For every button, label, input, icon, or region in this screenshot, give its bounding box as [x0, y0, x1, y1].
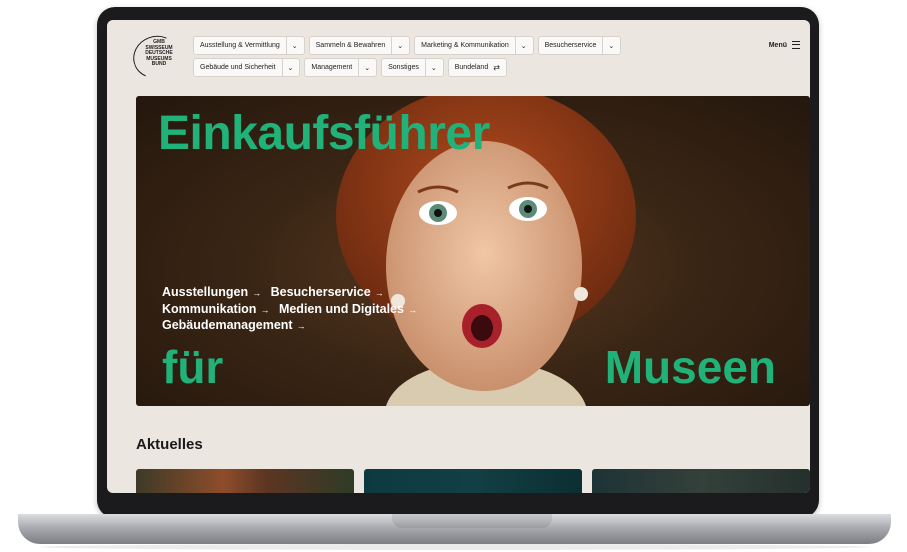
- hero-link-ausstellungen[interactable]: Ausstellungen: [162, 285, 248, 299]
- hero-link-medien[interactable]: Medien und Digitales: [279, 302, 404, 316]
- chevron-down-icon[interactable]: ⌄: [514, 37, 527, 54]
- nav-item-management[interactable]: Management ⌄: [304, 58, 378, 77]
- menu-button[interactable]: Menü: [769, 41, 800, 49]
- chevron-down-icon[interactable]: ⌄: [285, 37, 298, 54]
- nav-item-label: Management: [311, 64, 353, 71]
- news-card[interactable]: [592, 469, 810, 493]
- nav-item-gebaeude[interactable]: Gebäude und Sicherheit ⌄: [193, 58, 301, 77]
- hero-category-links: Ausstellungen → Besucherservice → Kommunik…: [162, 285, 432, 335]
- nav-item-label: Marketing & Kommunikation: [421, 42, 509, 49]
- arrow-right-icon: →: [252, 288, 262, 298]
- nav-item-label: Sonstiges: [388, 64, 419, 71]
- news-section-title: Aktuelles: [136, 436, 203, 453]
- chevron-down-icon[interactable]: ⌄: [424, 59, 437, 76]
- nav-item-label: Gebäude und Sicherheit: [200, 64, 276, 71]
- website-screen: GMB SWISSEUM DEUTSCHE MUSEUMS BUND Ausst…: [107, 20, 810, 493]
- nav-item-label: Besucherservice: [544, 42, 597, 49]
- swap-arrows-icon: ⇄: [493, 63, 500, 72]
- arrow-right-icon: →: [296, 321, 306, 331]
- nav-item-ausstellung[interactable]: Ausstellung & Vermittlung ⌄: [193, 36, 305, 55]
- nav-item-besucherservice[interactable]: Besucherservice ⌄: [537, 36, 622, 55]
- arrow-right-icon: →: [407, 304, 417, 315]
- site-logo[interactable]: GMB SWISSEUM DEUTSCHE MUSEUMS BUND: [127, 29, 185, 85]
- hero-link-gebaeudemanagement[interactable]: Gebäudemanagement: [162, 318, 293, 332]
- arrow-right-icon: →: [260, 304, 270, 315]
- nav-row-primary: Ausstellung & Vermittlung ⌄ Sammeln & Be…: [193, 36, 622, 55]
- hamburger-icon: [792, 41, 800, 49]
- chevron-down-icon[interactable]: ⌄: [358, 59, 370, 76]
- nav-item-label: Bundeland: [454, 64, 489, 71]
- arrow-right-icon: →: [374, 288, 384, 298]
- nav-item-marketing[interactable]: Marketing & Kommunikation ⌄: [414, 36, 534, 55]
- nav-item-sonstiges[interactable]: Sonstiges ⌄: [381, 58, 444, 77]
- nav-item-sammeln[interactable]: Sammeln & Bewahren ⌄: [308, 36, 411, 55]
- chevron-down-icon[interactable]: ⌄: [281, 59, 293, 76]
- chevron-down-icon[interactable]: ⌄: [391, 37, 403, 54]
- nav-item-label: Sammeln & Bewahren: [315, 42, 386, 49]
- news-card[interactable]: [364, 469, 582, 493]
- nav-row-secondary: Gebäude und Sicherheit ⌄ Management ⌄ So…: [193, 58, 507, 77]
- nav-item-label: Ausstellung & Vermittlung: [200, 42, 280, 49]
- hero-banner: Einkaufsführer Ausstellungen → Besucherse…: [136, 96, 810, 406]
- hero-word-fuer: für: [162, 341, 224, 393]
- hero-link-besucherservice[interactable]: Besucherservice: [271, 285, 371, 299]
- hero-word-museen: Museen: [604, 341, 776, 393]
- laptop-shadow: [40, 544, 869, 550]
- chevron-down-icon[interactable]: ⌄: [602, 37, 614, 54]
- logo-line: BUND: [151, 61, 167, 68]
- menu-label: Menü: [768, 41, 787, 49]
- hero-link-kommunikation[interactable]: Kommunikation: [162, 302, 256, 316]
- logo-text: GMB SWISSEUM DEUTSCHE MUSEUMS BUND: [139, 39, 179, 68]
- news-cards: [136, 469, 810, 493]
- news-card[interactable]: [136, 469, 354, 493]
- hero-title: Einkaufsführer: [158, 107, 490, 160]
- laptop-base-notch: [392, 514, 552, 528]
- nav-item-bundeland[interactable]: Bundeland ⇄: [447, 58, 507, 77]
